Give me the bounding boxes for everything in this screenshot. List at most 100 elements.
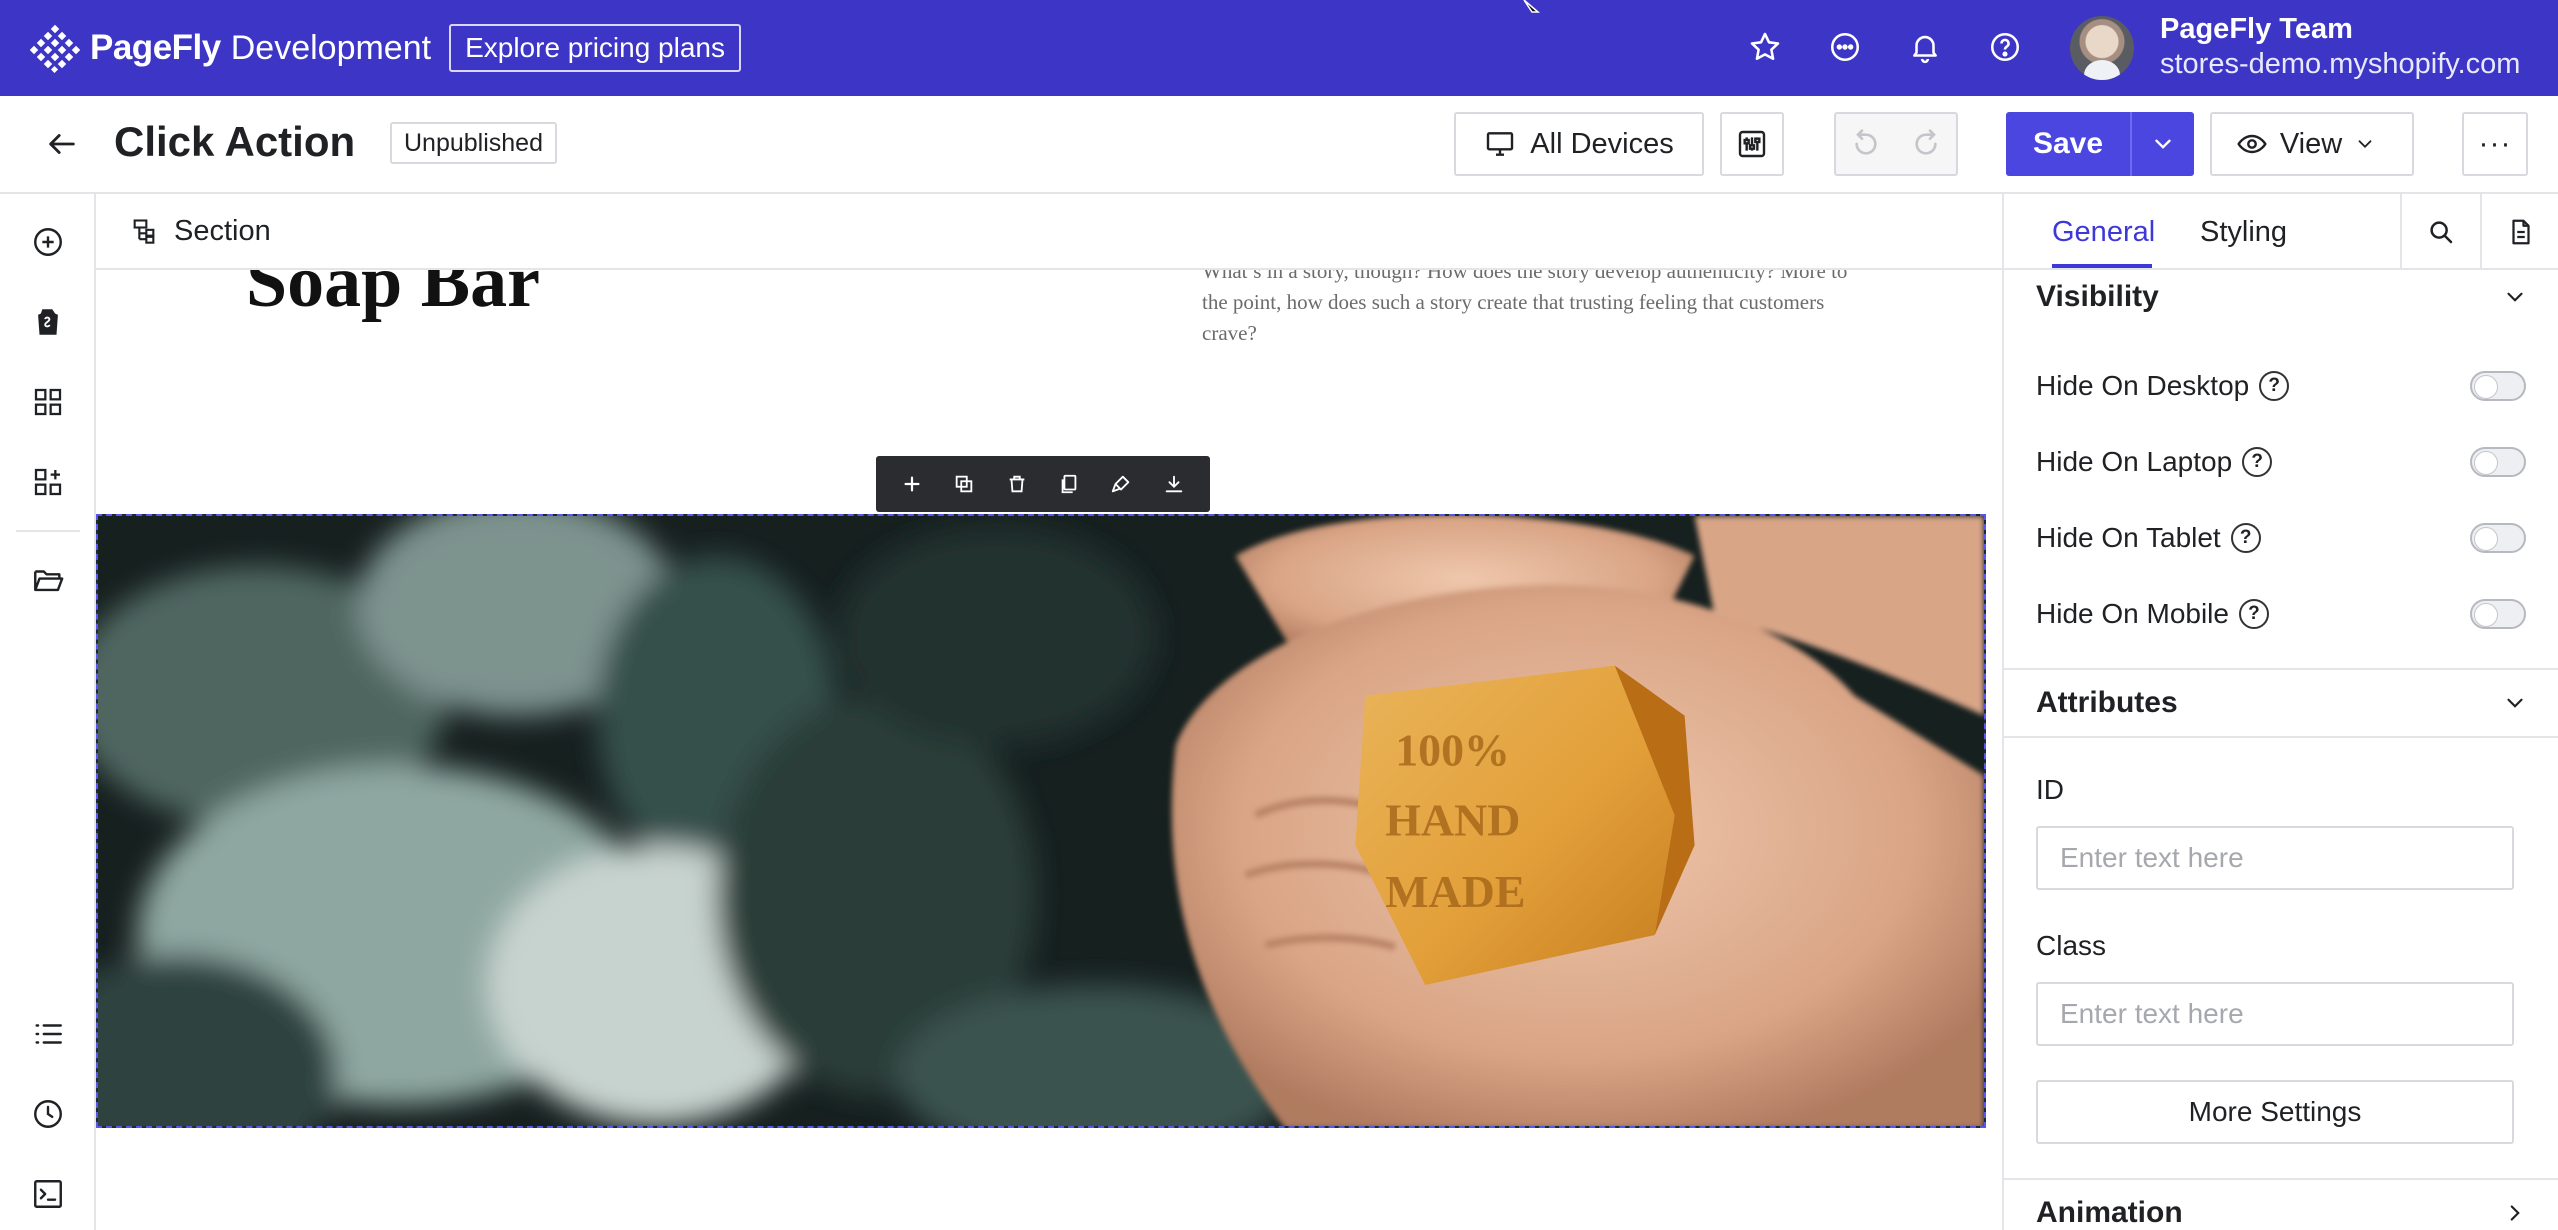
status-badge: Unpublished xyxy=(390,122,557,164)
help-icon[interactable]: ? xyxy=(2230,523,2261,553)
visibility-section-header[interactable]: Visibility xyxy=(2004,264,2558,330)
chevron-down-icon xyxy=(2155,139,2171,149)
view-label: View xyxy=(2279,127,2343,160)
search-icon[interactable] xyxy=(2400,194,2480,270)
hide-on-desktop-toggle[interactable] xyxy=(2470,371,2526,401)
sidebar-divider xyxy=(16,530,80,532)
download-icon[interactable] xyxy=(1156,466,1192,502)
hide-on-tablet-toggle[interactable] xyxy=(2470,523,2526,553)
bell-icon[interactable] xyxy=(1905,24,1945,70)
copy-icon[interactable] xyxy=(1051,466,1087,502)
hide-on-mobile-toggle[interactable] xyxy=(2470,599,2526,629)
history-buttons xyxy=(1834,112,1958,176)
hide-on-tablet-row: Hide On Tablet ? xyxy=(2036,518,2526,558)
chat-icon[interactable] xyxy=(1825,24,1865,70)
chevron-right-icon xyxy=(2510,1205,2520,1221)
outline-list-icon[interactable] xyxy=(28,1014,68,1054)
history-clock-icon[interactable] xyxy=(28,1094,68,1134)
device-selector-button[interactable]: All Devices xyxy=(1454,112,1704,176)
shopify-bag-icon[interactable] xyxy=(28,302,68,342)
breadcrumb-section[interactable]: Section xyxy=(174,215,271,248)
id-input[interactable] xyxy=(2036,826,2514,890)
editor-toolbar: Click Action Unpublished All Devices Sav… xyxy=(0,96,2558,194)
soap-stamp-text-3: MADE xyxy=(1385,866,1525,917)
soap-stamp-text-2: HAND xyxy=(1385,794,1520,845)
hide-on-desktop-row: Hide On Desktop ? xyxy=(2036,366,2526,406)
section-divider xyxy=(2004,736,2558,738)
view-button[interactable]: View xyxy=(2210,112,2414,176)
tab-styling[interactable]: Styling xyxy=(2200,216,2287,249)
team-name: PageFly Team xyxy=(2160,13,2353,45)
folder-icon[interactable] xyxy=(28,560,68,600)
style-brush-icon[interactable] xyxy=(1103,466,1139,502)
help-icon[interactable]: ? xyxy=(2242,447,2273,477)
sliders-icon xyxy=(1738,130,1766,158)
top-icon-group xyxy=(1745,24,2025,70)
monitor-icon xyxy=(1487,132,1514,156)
selected-image-section[interactable]: 100% HAND MADE xyxy=(96,514,1986,1128)
store-url: stores-demo.myshopify.com xyxy=(2160,48,2521,80)
soap-stamp-text-1: 100% xyxy=(1395,724,1510,775)
duplicate-icon[interactable] xyxy=(946,466,982,502)
brand-name: PageFly xyxy=(90,28,221,67)
animation-title: Animation xyxy=(2036,1196,2183,1229)
add-element-icon[interactable] xyxy=(28,222,68,262)
top-bar: PageFly Development Explore pricing plan… xyxy=(0,0,2558,96)
brand[interactable]: PageFly Development xyxy=(30,23,431,73)
left-sidebar xyxy=(0,194,96,1230)
save-button-group: Save xyxy=(2006,112,2194,176)
pagefly-logo-icon xyxy=(30,24,80,73)
element-floating-toolbar xyxy=(876,456,1210,512)
layout-grid-icon[interactable] xyxy=(28,382,68,422)
account-info[interactable]: PageFly Team stores-demo.myshopify.com xyxy=(2160,12,2520,82)
document-icon[interactable] xyxy=(2480,194,2558,270)
soap-bar-hands-image: 100% HAND MADE xyxy=(98,516,1984,1126)
hide-on-laptop-label: Hide On Laptop xyxy=(2036,446,2233,477)
id-field-label: ID xyxy=(2036,774,2064,805)
settings-panel: General Styling Visibility Hide On Deskt… xyxy=(2002,194,2558,1230)
tab-general[interactable]: General xyxy=(2052,216,2155,249)
help-icon[interactable]: ? xyxy=(2238,599,2269,629)
page-title: Click Action xyxy=(114,118,356,165)
visibility-title: Visibility xyxy=(2036,280,2159,313)
chevron-down-icon xyxy=(2507,292,2523,302)
more-options-button[interactable]: ··· xyxy=(2462,112,2528,176)
attributes-section-header[interactable]: Attributes xyxy=(2004,670,2558,736)
help-icon[interactable]: ? xyxy=(2259,371,2290,401)
hide-on-laptop-row: Hide On Laptop ? xyxy=(2036,442,2526,482)
panel-tabs: General Styling xyxy=(2004,194,2558,270)
mouse-cursor-icon xyxy=(1523,0,1541,13)
add-icon[interactable] xyxy=(894,466,930,502)
chevron-down-icon xyxy=(2358,140,2372,149)
breadcrumb: Section xyxy=(96,194,2002,270)
hide-on-laptop-toggle[interactable] xyxy=(2470,447,2526,477)
hide-on-tablet-label: Hide On Tablet xyxy=(2036,522,2221,553)
environment-label: Development xyxy=(230,28,432,67)
avatar[interactable] xyxy=(2070,16,2134,80)
add-block-icon[interactable] xyxy=(28,462,68,502)
more-settings-button[interactable]: More Settings xyxy=(2036,1080,2514,1144)
help-icon[interactable] xyxy=(1985,24,2025,70)
settings-sliders-button[interactable] xyxy=(1720,112,1784,176)
undo-icon[interactable] xyxy=(1836,128,1896,160)
class-input[interactable] xyxy=(2036,982,2514,1046)
star-icon[interactable] xyxy=(1745,24,1785,70)
explore-pricing-button[interactable]: Explore pricing plans xyxy=(449,24,741,72)
hide-on-mobile-row: Hide On Mobile ? xyxy=(2036,594,2526,634)
trash-icon[interactable] xyxy=(999,466,1035,502)
hide-on-desktop-label: Hide On Desktop xyxy=(2036,370,2250,401)
save-options-button[interactable] xyxy=(2130,112,2194,176)
save-button[interactable]: Save xyxy=(2006,112,2130,176)
code-terminal-icon[interactable] xyxy=(28,1174,68,1214)
redo-icon[interactable] xyxy=(1896,128,1956,160)
device-selector-label: All Devices xyxy=(1530,127,1674,160)
attributes-title: Attributes xyxy=(2036,686,2178,719)
section-hierarchy-icon xyxy=(133,219,155,244)
back-arrow-icon[interactable] xyxy=(42,124,82,164)
chevron-down-icon xyxy=(2507,698,2523,708)
eye-icon xyxy=(2237,134,2267,154)
class-field-label: Class xyxy=(2036,930,2107,961)
animation-section-header[interactable]: Animation xyxy=(2004,1180,2558,1230)
hide-on-mobile-label: Hide On Mobile xyxy=(2036,598,2229,629)
editor-canvas: Section Soap Bar What’s in a story, thou… xyxy=(96,194,2002,1230)
